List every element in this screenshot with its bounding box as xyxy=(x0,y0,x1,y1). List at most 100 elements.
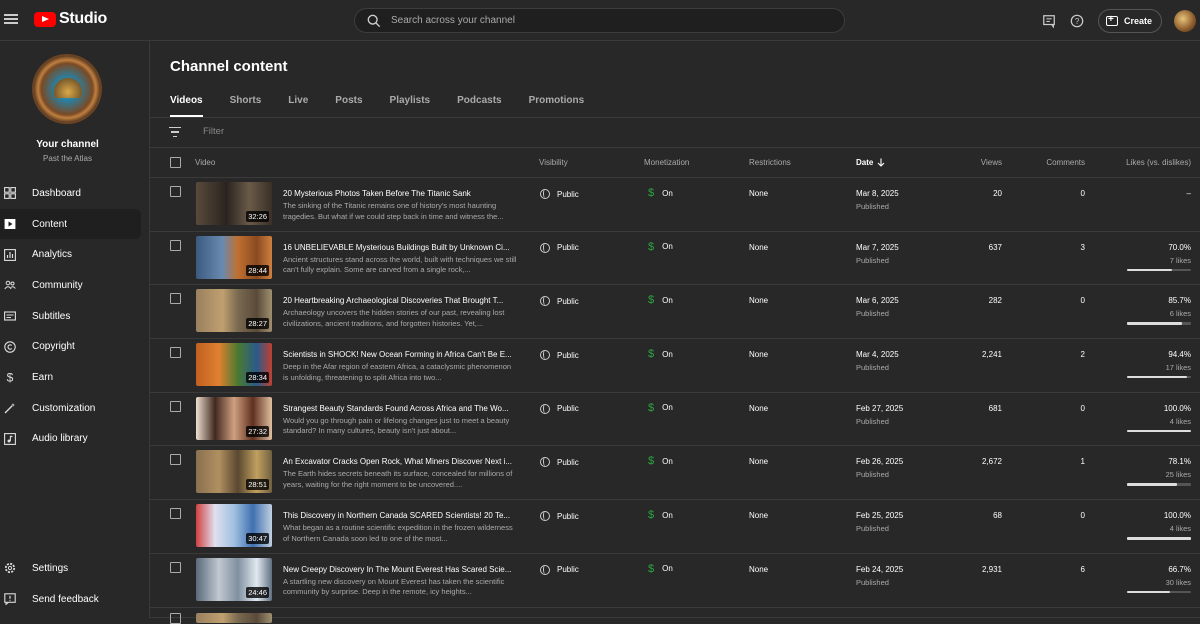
likes-percent: – xyxy=(1186,189,1191,198)
monetization-cell[interactable]: $ On xyxy=(648,509,673,521)
monetization-cell[interactable]: $ On xyxy=(648,402,673,414)
comments-value[interactable]: 1 xyxy=(1081,457,1085,466)
filter-input[interactable] xyxy=(203,126,503,137)
tab-podcasts[interactable]: Podcasts xyxy=(457,95,501,117)
video-thumbnail[interactable]: 32:26 xyxy=(196,182,272,225)
col-visibility[interactable]: Visibility xyxy=(539,158,568,167)
tab-videos[interactable]: Videos xyxy=(170,95,203,117)
tab-playlists[interactable]: Playlists xyxy=(390,95,431,117)
monetization-cell[interactable]: $ On xyxy=(648,241,673,253)
account-avatar[interactable] xyxy=(1174,9,1196,32)
video-title[interactable]: Scientists in SHOCK! New Ocean Forming i… xyxy=(283,350,517,359)
monetization-cell[interactable]: $ On xyxy=(648,563,673,575)
video-thumbnail[interactable]: 27:32 xyxy=(196,396,272,440)
video-thumbnail[interactable]: 24:46 xyxy=(196,557,272,601)
table-row[interactable]: 28:34 Scientists in SHOCK! New Ocean Form… xyxy=(150,339,1200,393)
search-input[interactable] xyxy=(391,15,791,26)
sidebar-item-analytics[interactable]: Analytics xyxy=(0,239,141,270)
video-title[interactable]: 16 UNBELIEVABLE Mysterious Buildings Bui… xyxy=(283,243,517,252)
video-thumbnail[interactable]: 28:27 xyxy=(196,289,272,333)
visibility-cell[interactable]: Public xyxy=(540,242,579,253)
table-row[interactable]: 28:44 16 UNBELIEVABLE Mysterious Building… xyxy=(150,232,1200,286)
sidebar-item-community[interactable]: Community xyxy=(0,270,141,301)
visibility-cell[interactable]: Public xyxy=(540,564,579,575)
col-comments[interactable]: Comments xyxy=(1046,158,1085,167)
table-row[interactable]: 27:32 Strangest Beauty Standards Found Ac… xyxy=(150,393,1200,447)
sidebar-item-copyright[interactable]: Copyright xyxy=(0,331,141,362)
channel-avatar[interactable] xyxy=(34,56,100,122)
select-all-checkbox[interactable] xyxy=(170,157,181,168)
table-row[interactable]: 32:26 20 Mysterious Photos Taken Before T… xyxy=(150,178,1200,232)
help-icon[interactable]: ? xyxy=(1070,14,1084,28)
table-row[interactable]: 24:46 New Creepy Discovery In The Mount E… xyxy=(150,554,1200,608)
video-thumbnail[interactable]: 28:51 xyxy=(196,450,272,494)
video-thumbnail[interactable]: 30:47 xyxy=(196,504,272,548)
comments-value[interactable]: 0 xyxy=(1081,296,1085,305)
visibility-cell[interactable]: Public xyxy=(540,403,579,414)
video-thumbnail[interactable]: 28:44 xyxy=(196,235,272,279)
sidebar-item-customization[interactable]: Customization xyxy=(0,393,141,424)
comments-value[interactable]: 0 xyxy=(1081,511,1085,520)
col-date[interactable]: Date xyxy=(856,158,885,167)
community-icon xyxy=(4,279,16,291)
comments-value[interactable]: 3 xyxy=(1081,243,1085,252)
comments-value[interactable]: 6 xyxy=(1081,565,1085,574)
video-title[interactable]: 20 Mysterious Photos Taken Before The Ti… xyxy=(283,189,517,198)
visibility-cell[interactable]: Public xyxy=(540,457,579,468)
youtube-logo-icon xyxy=(34,11,56,27)
sidebar-item-settings[interactable]: Settings xyxy=(0,553,141,584)
video-thumbnail[interactable]: 28:34 xyxy=(196,343,272,387)
row-checkbox[interactable] xyxy=(170,400,181,412)
monetization-cell[interactable]: $ On xyxy=(648,294,673,306)
col-monetization[interactable]: Monetization xyxy=(644,158,689,167)
tab-promotions[interactable]: Promotions xyxy=(529,95,585,117)
table-row[interactable]: 28:51 An Excavator Cracks Open Rock, What… xyxy=(150,446,1200,501)
table-row[interactable] xyxy=(150,608,1200,624)
sidebar-item-content[interactable]: Content xyxy=(0,208,141,240)
col-restrictions[interactable]: Restrictions xyxy=(749,158,791,167)
comments-value[interactable]: 0 xyxy=(1081,404,1085,413)
comments-value[interactable]: 2 xyxy=(1081,350,1085,359)
visibility-cell[interactable]: Public xyxy=(540,511,579,522)
sidebar-item-dashboard[interactable]: Dashboard xyxy=(0,178,141,209)
table-row[interactable]: 30:47 This Discovery in Northern Canada S… xyxy=(150,500,1200,554)
col-likes[interactable]: Likes (vs. dislikes) xyxy=(1126,158,1191,167)
sidebar-item-earn[interactable]: $ Earn xyxy=(0,362,141,393)
video-title[interactable]: Strangest Beauty Standards Found Across … xyxy=(283,404,517,413)
filter-icon[interactable] xyxy=(169,127,181,137)
comments-value[interactable]: 0 xyxy=(1081,189,1085,198)
sidebar-item-audio-library[interactable]: Audio library xyxy=(0,424,141,455)
table-row[interactable]: 28:27 20 Heartbreaking Archaeological Dis… xyxy=(150,285,1200,340)
row-checkbox[interactable] xyxy=(170,454,181,466)
menu-icon[interactable] xyxy=(4,12,18,26)
tab-posts[interactable]: Posts xyxy=(335,95,362,117)
row-checkbox[interactable] xyxy=(170,293,181,305)
studio-logo[interactable]: Studio xyxy=(34,10,107,28)
sidebar-item-send-feedback[interactable]: Send feedback xyxy=(0,584,141,615)
video-title[interactable]: New Creepy Discovery In The Mount Everes… xyxy=(283,565,517,574)
sidebar-item-subtitles[interactable]: Subtitles xyxy=(0,301,141,332)
create-button[interactable]: Create xyxy=(1097,8,1162,33)
video-title[interactable]: 20 Heartbreaking Archaeological Discover… xyxy=(283,296,517,305)
visibility-cell[interactable]: Public xyxy=(540,350,579,361)
monetization-cell[interactable]: $ On xyxy=(648,455,673,467)
video-title[interactable]: An Excavator Cracks Open Rock, What Mine… xyxy=(283,457,517,466)
video-title[interactable]: This Discovery in Northern Canada SCARED… xyxy=(283,511,517,520)
monetization-cell[interactable]: $ On xyxy=(648,187,673,199)
tab-live[interactable]: Live xyxy=(288,95,308,117)
visibility-cell[interactable]: Public xyxy=(540,189,579,199)
row-checkbox[interactable] xyxy=(170,508,181,520)
tab-shorts[interactable]: Shorts xyxy=(230,95,262,117)
col-views[interactable]: Views xyxy=(981,158,1002,167)
video-duration: 28:44 xyxy=(246,264,269,276)
video-description: Would you go through pain or lifelong ch… xyxy=(283,415,510,436)
visibility-cell[interactable]: Public xyxy=(540,296,579,307)
row-checkbox[interactable] xyxy=(170,561,181,573)
row-checkbox[interactable] xyxy=(170,239,181,251)
search-bar[interactable] xyxy=(354,8,845,33)
row-checkbox[interactable] xyxy=(170,347,181,359)
feedback-comment-icon[interactable] xyxy=(1042,14,1056,28)
monetization-cell[interactable]: $ On xyxy=(648,348,673,360)
row-checkbox[interactable] xyxy=(170,612,181,624)
row-checkbox[interactable] xyxy=(170,186,181,197)
